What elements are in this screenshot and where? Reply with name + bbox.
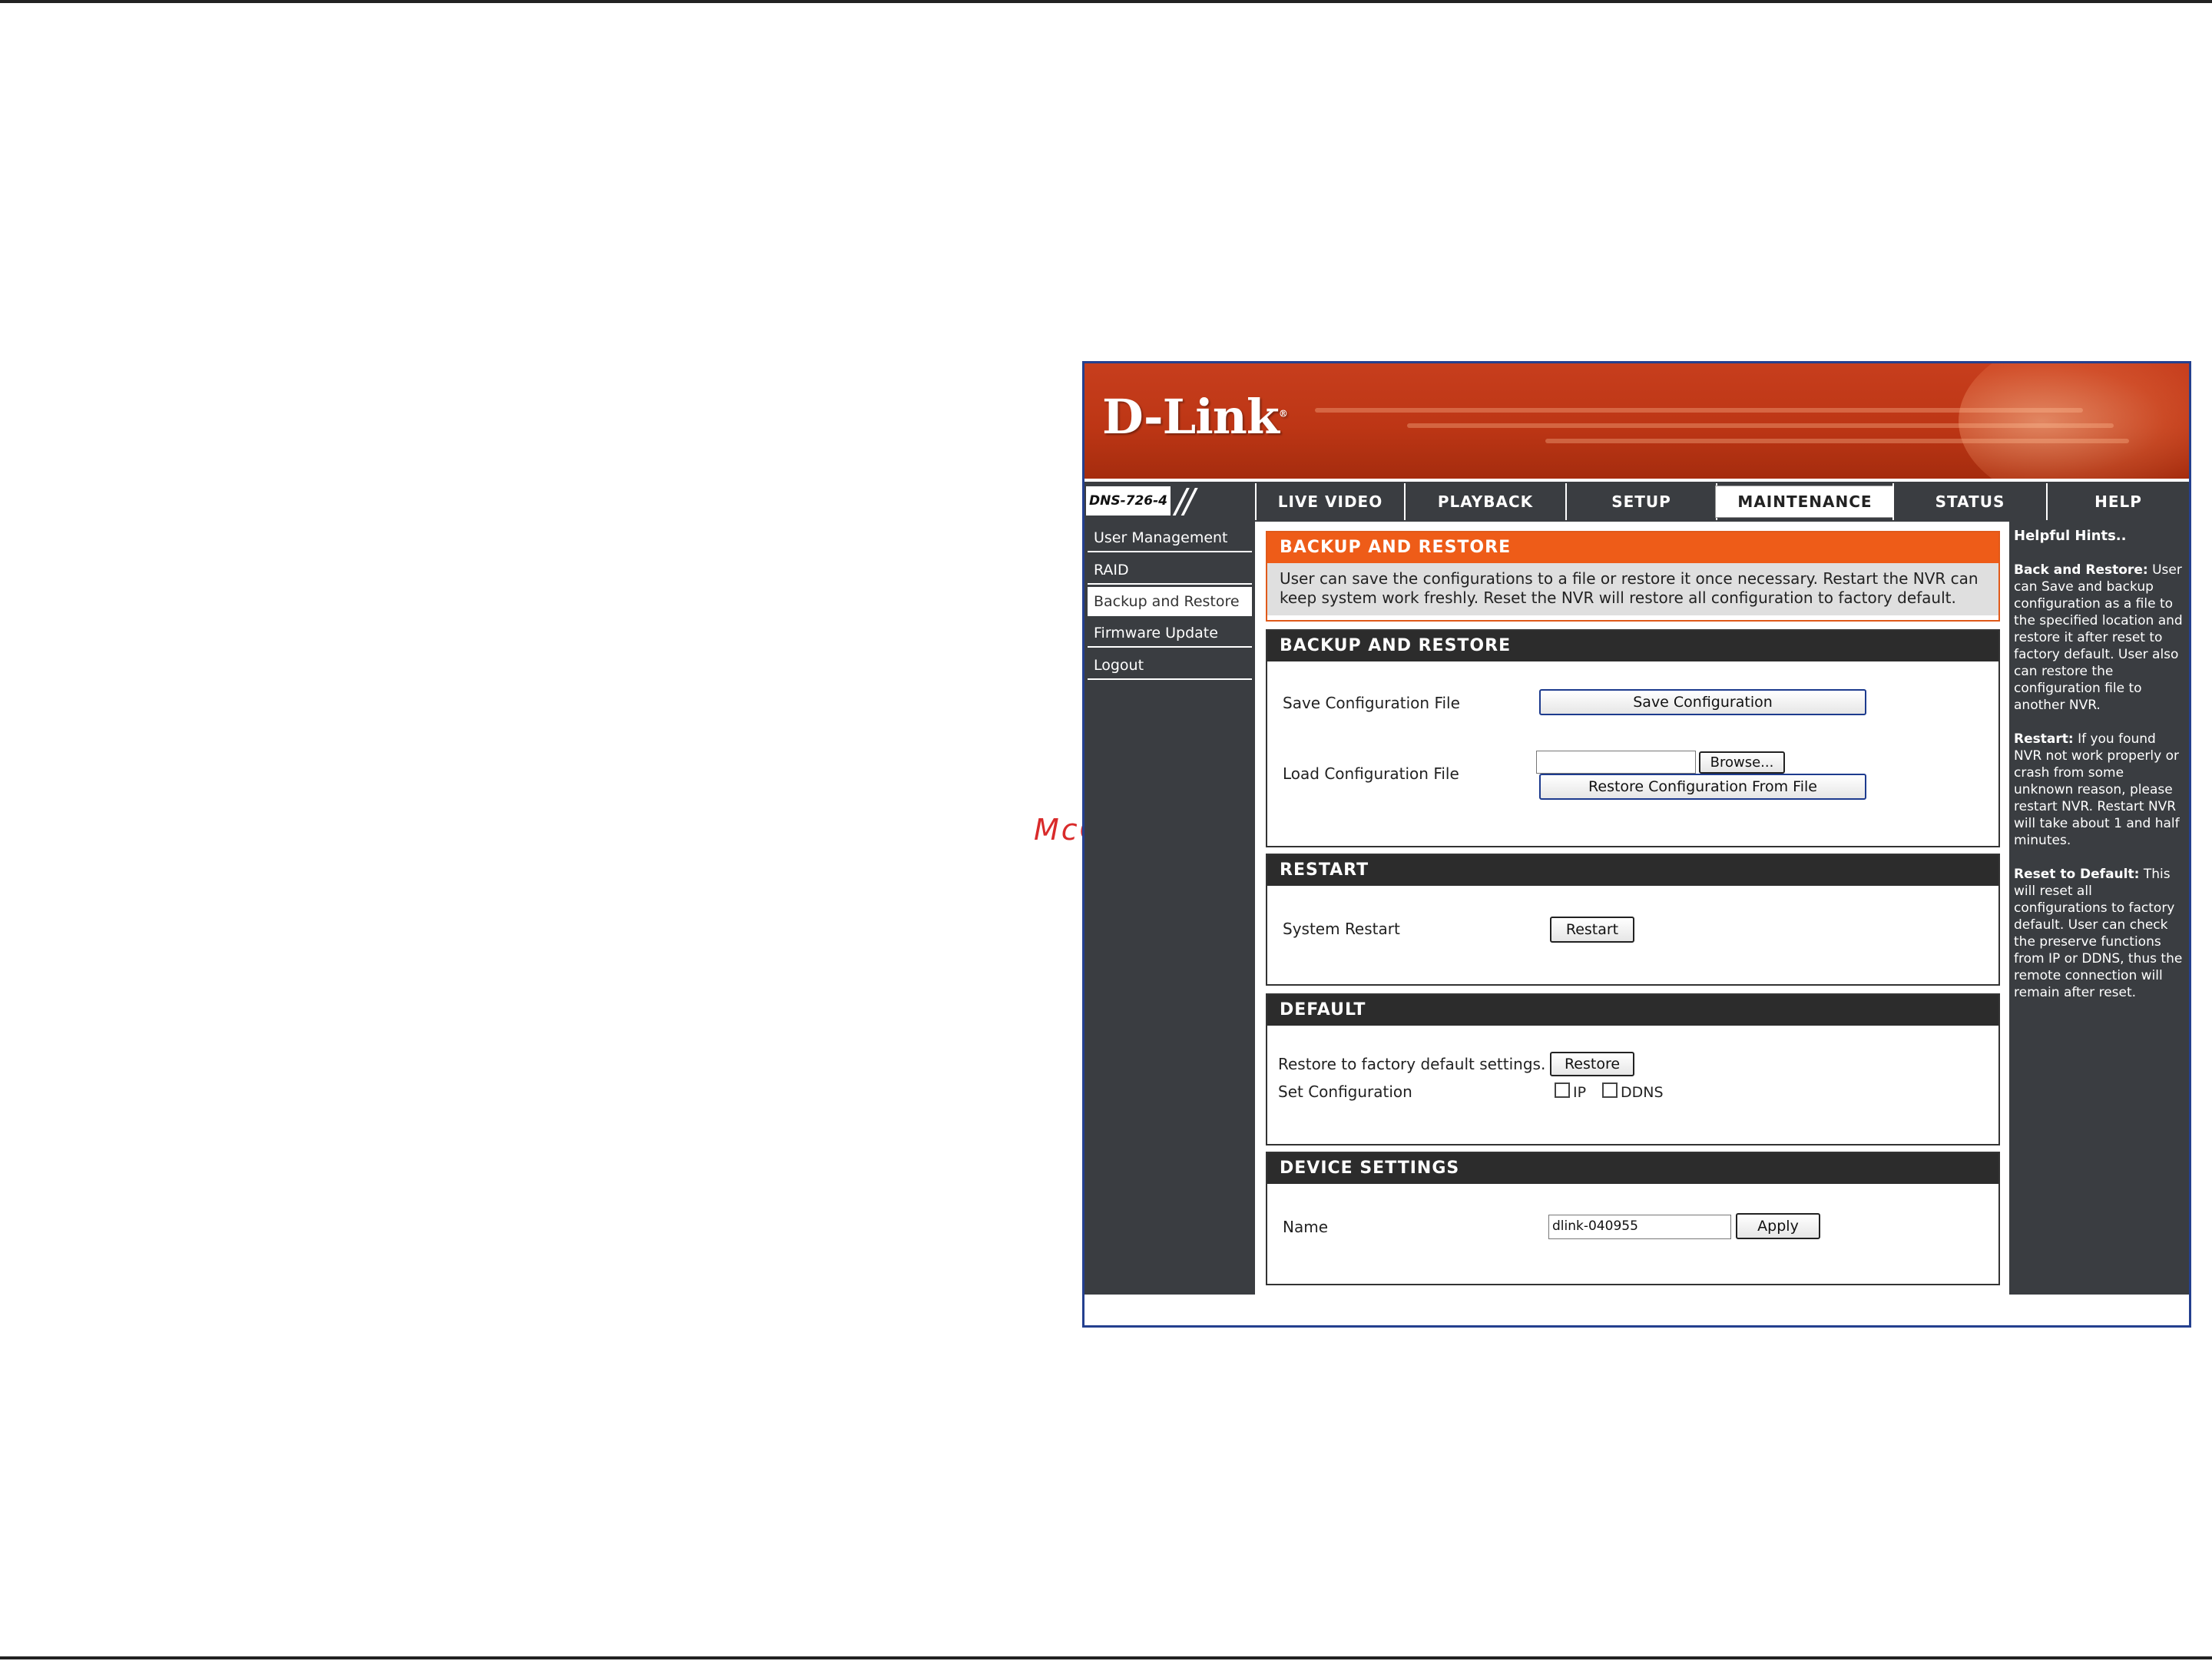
ddns-checkbox-label: DDNS (1621, 1084, 1664, 1101)
hint-heading: Back and Restore: (2014, 562, 2148, 578)
button-label: Save Configuration (1633, 694, 1773, 711)
header-banner: D-Link® (1084, 363, 2189, 479)
ip-checkbox-label: IP (1573, 1084, 1587, 1101)
hints-title: Helpful Hints.. (2014, 528, 2127, 544)
top-nav: DNS-726-4 // LIVE VIDEO PLAYBACK SETUP M… (1084, 482, 2189, 522)
registered-mark: ® (1278, 408, 1288, 419)
sidebar-item-backup-and-restore[interactable]: Backup and Restore (1088, 587, 1252, 616)
sidebar-item-user-management[interactable]: User Management (1088, 523, 1252, 552)
browse-button[interactable]: Browse... (1699, 751, 1785, 774)
device-settings-section: DEVICE SETTINGS Name dlink-040955 Apply (1266, 1152, 2000, 1285)
button-label: Restart (1565, 921, 1619, 938)
sidebar-item-label: User Management (1094, 529, 1228, 546)
page-top-rule (0, 0, 2212, 3)
set-configuration-label: Set Configuration (1278, 1082, 1412, 1101)
apply-button[interactable]: Apply (1736, 1213, 1820, 1239)
hint-text: If you found NVR not work properly or cr… (2014, 731, 2180, 848)
sidebar-item-raid[interactable]: RAID (1088, 555, 1252, 585)
factory-default-label: Restore to factory default settings. (1278, 1055, 1546, 1073)
load-config-label: Load Configuration File (1283, 764, 1459, 783)
banner-swoosh (1959, 363, 2189, 479)
device-settings-title: DEVICE SETTINGS (1267, 1153, 1998, 1184)
tab-label: HELP (2094, 492, 2142, 511)
sidebar-item-label: RAID (1094, 562, 1129, 579)
hint-restart: Restart: If you found NVR not work prope… (2014, 731, 2184, 849)
button-label: Restore Configuration From File (1588, 778, 1817, 795)
tab-label: PLAYBACK (1437, 492, 1534, 511)
restart-button[interactable]: Restart (1550, 917, 1634, 943)
default-section: DEFAULT Restore to factory default setti… (1266, 993, 2000, 1145)
save-config-label: Save Configuration File (1283, 694, 1460, 712)
tab-maintenance[interactable]: MAINTENANCE (1715, 483, 1895, 520)
system-restart-label: System Restart (1283, 920, 1400, 938)
backup-section: BACKUP AND RESTORE Save Configuration Fi… (1266, 629, 2000, 847)
tab-label: STATUS (1935, 492, 2005, 511)
hint-backup-restore: Back and Restore: User can Save and back… (2014, 562, 2184, 714)
tab-live-video[interactable]: LIVE VIDEO (1255, 483, 1404, 520)
screenshot-frame: D-Link® DNS-726-4 // LIVE VIDEO PLAYBACK… (1082, 361, 2191, 1328)
dlink-logo: D-Link® (1102, 389, 1288, 445)
ip-checkbox[interactable] (1555, 1082, 1570, 1098)
logo-text: D-Link (1102, 389, 1280, 445)
page-bottom-rule (0, 1656, 2212, 1659)
restart-title: RESTART (1267, 855, 1998, 886)
hint-reset-default: Reset to Default: This will reset all co… (2014, 866, 2184, 1001)
device-name-label: Name (1283, 1218, 1329, 1236)
tab-playback[interactable]: PLAYBACK (1404, 483, 1565, 520)
helpful-hints-panel: Helpful Hints.. Back and Restore: User c… (2009, 522, 2189, 1295)
hint-heading: Restart: (2014, 731, 2074, 747)
hint-heading: Reset to Default: (2014, 867, 2140, 882)
sidebar-item-label: Backup and Restore (1094, 593, 1240, 610)
sidebar-item-logout[interactable]: Logout (1088, 651, 1252, 680)
sidebar-item-label: Logout (1094, 657, 1144, 674)
sidebar: User Management RAID Backup and Restore … (1084, 522, 1255, 1295)
tab-label: SETUP (1611, 492, 1671, 511)
save-configuration-button[interactable]: Save Configuration (1539, 689, 1866, 715)
restore-from-file-button[interactable]: Restore Configuration From File (1539, 774, 1866, 800)
hint-text: This will reset all configurations to fa… (2014, 867, 2183, 1000)
config-file-input[interactable] (1536, 751, 1696, 774)
hint-text: User can Save and backup configuration a… (2014, 562, 2183, 713)
model-label: DNS-726-4 (1086, 486, 1171, 516)
sidebar-item-firmware-update[interactable]: Firmware Update (1088, 618, 1252, 648)
intro-text: User can save the configurations to a fi… (1267, 563, 1998, 615)
ddns-checkbox[interactable] (1602, 1082, 1618, 1098)
device-name-input[interactable]: dlink-040955 (1548, 1215, 1731, 1239)
tab-label: MAINTENANCE (1715, 486, 1895, 518)
backup-title: BACKUP AND RESTORE (1267, 631, 1998, 661)
default-title: DEFAULT (1267, 995, 1998, 1026)
sidebar-item-label: Firmware Update (1094, 625, 1218, 642)
tab-label: LIVE VIDEO (1277, 492, 1383, 511)
intro-title: BACKUP AND RESTORE (1267, 532, 1998, 563)
restore-default-button[interactable]: Restore (1550, 1052, 1634, 1076)
button-label: Apply (1757, 1218, 1799, 1235)
tab-help[interactable]: HELP (2046, 483, 2189, 520)
button-label: Restore (1564, 1056, 1621, 1073)
tab-setup[interactable]: SETUP (1565, 483, 1716, 520)
model-slash-decoration: // (1175, 482, 1195, 521)
button-label: Browse... (1710, 754, 1774, 771)
restart-section: RESTART System Restart Restart (1266, 854, 2000, 986)
intro-section: BACKUP AND RESTORE User can save the con… (1266, 531, 2000, 622)
tab-status[interactable]: STATUS (1892, 483, 2046, 520)
